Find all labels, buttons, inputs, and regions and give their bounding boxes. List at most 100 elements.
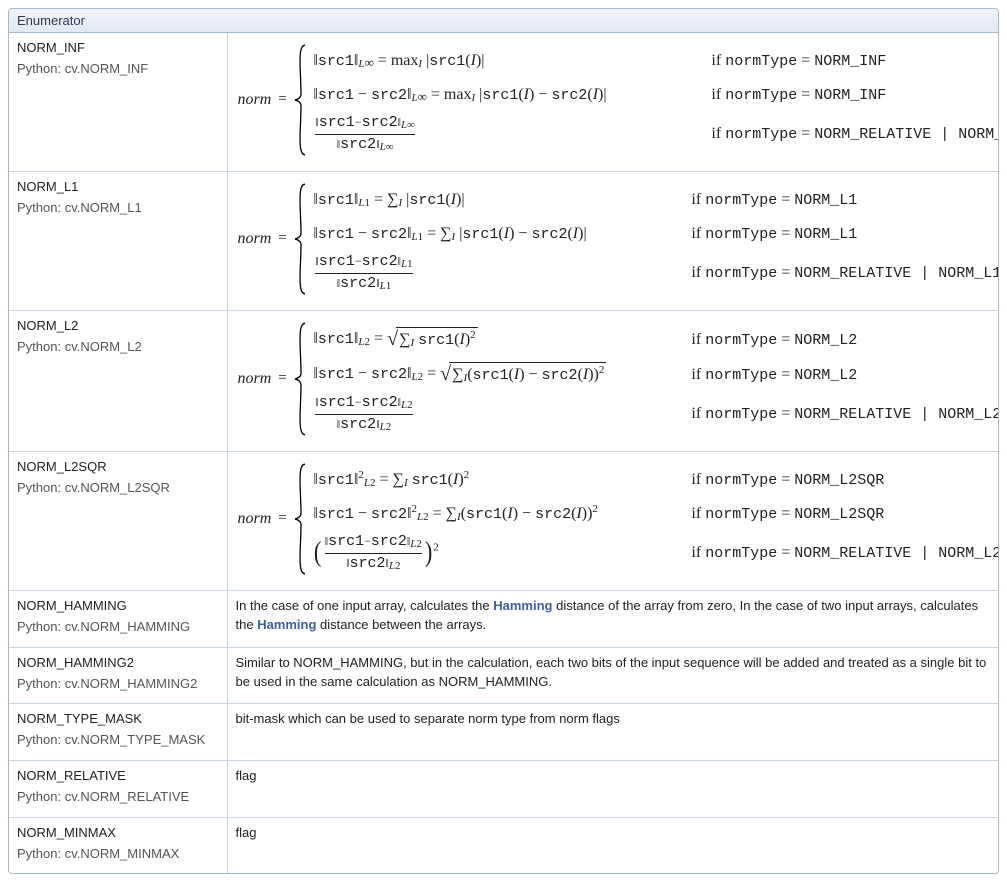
enum-name-cell: NORM_L1 Python: cv.NORM_L1: [9, 172, 227, 311]
cases: ‖src1‖L1 = ∑I |src1(I)| if normType = NOR…: [313, 182, 999, 296]
desc-text: In the case of one input array, calculat…: [236, 598, 494, 613]
enum-python-name: Python: cv.NORM_L2: [17, 338, 219, 357]
enum-python-name: Python: cv.NORM_TYPE_MASK: [17, 731, 219, 750]
case-rhs: if normType = NORM_L1: [691, 222, 857, 246]
enum-name: NORM_HAMMING2: [17, 654, 219, 673]
cases: ‖src1‖L∞ = maxI |src1(I)| if normType = N…: [313, 43, 999, 157]
enum-python-name: Python: cv.NORM_RELATIVE: [17, 788, 219, 807]
math-formula: norm = ‖src1‖L1 = ∑I |src1(I)|if normTyp…: [236, 178, 991, 300]
cases: ‖src1‖2L2 = ∑I src1(I)2 if normType = NOR…: [313, 462, 999, 576]
hamming-link[interactable]: Hamming: [493, 598, 552, 613]
enum-name-cell: NORM_L2 Python: cv.NORM_L2: [9, 311, 227, 452]
case-lhs: ‖src1‖L1 = ∑I |src1(I)|: [313, 188, 673, 212]
table-row: NORM_MINMAX Python: cv.NORM_MINMAX flag: [9, 817, 998, 873]
enum-name: NORM_RELATIVE: [17, 767, 219, 786]
enum-name-cell: NORM_INF Python: cv.NORM_INF: [9, 33, 227, 172]
enum-desc-cell: norm = ‖src1‖L2 = √∑I src1(I)2 if normTy…: [227, 311, 998, 452]
table-row: NORM_HAMMING Python: cv.NORM_HAMMING In …: [9, 591, 998, 648]
sqrt: √∑I(src1(I) − src2(I))2: [440, 360, 606, 389]
fraction: ‖src1−src2‖L∞‖src2‖L∞: [315, 115, 415, 153]
case-lhs: ‖src1−src2‖L∞‖src2‖L∞: [313, 115, 693, 153]
enumerator-panel: Enumerator NORM_INF Python: cv.NORM_INF …: [8, 8, 999, 874]
enum-name: NORM_INF: [17, 39, 219, 58]
norm-label: norm: [238, 507, 272, 530]
case-lhs: ‖src1 − src2‖L∞ = maxI |src1(I) − src2(I…: [313, 83, 693, 107]
enum-desc-cell: norm = ‖src1‖L1 = ∑I |src1(I)|if normTyp…: [227, 172, 998, 311]
table-row: NORM_HAMMING2 Python: cv.NORM_HAMMING2 S…: [9, 647, 998, 704]
sqrt: √∑I src1(I)2: [387, 325, 478, 354]
case-lhs: ‖src1−src2‖L1‖src2‖L1: [313, 254, 673, 292]
case-rhs: if normType = NORM_L1: [691, 188, 857, 212]
brace-icon: [293, 43, 307, 157]
case-rhs: if normType = NORM_L2: [691, 328, 857, 352]
case-rhs: if normType = NORM_INF: [711, 49, 886, 73]
table-row: NORM_RELATIVE Python: cv.NORM_RELATIVE f…: [9, 761, 998, 818]
case-rhs: if normType = NORM_RELATIVE | NORM_INF: [711, 122, 999, 146]
math-formula: norm = ‖src1‖2L2 = ∑I src1(I)2if normTyp…: [236, 458, 991, 580]
fraction: ‖src1−src2‖L2‖src2‖L2: [315, 395, 412, 433]
enum-python-name: Python: cv.NORM_HAMMING2: [17, 675, 219, 694]
enum-name: NORM_L2: [17, 317, 219, 336]
case-rhs: if normType = NORM_RELATIVE | NORM_L2SQR: [691, 541, 999, 565]
case-rhs: if normType = NORM_INF: [711, 83, 886, 107]
case-rhs: if normType = NORM_L2SQR: [691, 468, 884, 492]
table-row: NORM_L2SQR Python: cv.NORM_L2SQR norm = …: [9, 452, 998, 591]
case-lhs: ‖src1‖L∞ = maxI |src1(I)|: [313, 49, 693, 73]
case-rhs: if normType = NORM_L2SQR: [691, 502, 884, 526]
enum-name: NORM_L1: [17, 178, 219, 197]
fraction: ‖src1−src2‖L1‖src2‖L1: [315, 254, 412, 292]
enum-name-cell: NORM_L2SQR Python: cv.NORM_L2SQR: [9, 452, 227, 591]
brace-icon: [293, 321, 307, 437]
case-lhs: ‖src1−src2‖L2‖src2‖L2: [313, 395, 673, 433]
enum-name-cell: NORM_HAMMING2 Python: cv.NORM_HAMMING2: [9, 647, 227, 704]
equals-sign: =: [277, 89, 287, 111]
enum-python-name: Python: cv.NORM_L2SQR: [17, 479, 219, 498]
parenthesis-group: ( ‖src1−src2‖L2‖src2‖L2 ): [313, 534, 433, 572]
fraction: ‖src1−src2‖L2‖src2‖L2: [325, 534, 422, 572]
brace-icon: [293, 462, 307, 576]
case-lhs: ‖src1 − src2‖2L2 = ∑I(src1(I) − src2(I))…: [313, 502, 673, 526]
enum-name-cell: NORM_HAMMING Python: cv.NORM_HAMMING: [9, 591, 227, 648]
enum-name-cell: NORM_MINMAX Python: cv.NORM_MINMAX: [9, 817, 227, 873]
norm-label: norm: [238, 88, 272, 111]
enum-desc-cell: norm = ‖src1‖2L2 = ∑I src1(I)2if normTyp…: [227, 452, 998, 591]
case-lhs: ‖src1 − src2‖L2 = √∑I(src1(I) − src2(I))…: [313, 360, 673, 389]
cases: ‖src1‖L2 = √∑I src1(I)2 if normType = NO…: [313, 321, 999, 437]
table-row: NORM_TYPE_MASK Python: cv.NORM_TYPE_MASK…: [9, 704, 998, 761]
case-lhs: ‖src1‖L2 = √∑I src1(I)2: [313, 325, 673, 354]
enum-desc-cell: flag: [227, 761, 998, 818]
enum-name: NORM_L2SQR: [17, 458, 219, 477]
case-rhs: if normType = NORM_RELATIVE | NORM_L1: [691, 261, 999, 285]
enum-name: NORM_TYPE_MASK: [17, 710, 219, 729]
table-row: NORM_L2 Python: cv.NORM_L2 norm = ‖src1‖…: [9, 311, 998, 452]
norm-label: norm: [238, 227, 272, 250]
math-formula: norm = ‖src1‖L∞ = maxI |src1(I)| if normT…: [236, 39, 991, 161]
case-lhs: ‖src1‖2L2 = ∑I src1(I)2: [313, 468, 673, 492]
enum-python-name: Python: cv.NORM_MINMAX: [17, 845, 219, 864]
norm-label: norm: [238, 367, 272, 390]
hamming-link[interactable]: Hamming: [257, 617, 316, 632]
panel-header: Enumerator: [9, 9, 998, 33]
enum-name: NORM_HAMMING: [17, 597, 219, 616]
math-formula: norm = ‖src1‖L2 = √∑I src1(I)2 if normTy…: [236, 317, 991, 441]
enum-desc-cell: norm = ‖src1‖L∞ = maxI |src1(I)| if normT…: [227, 33, 998, 172]
enum-desc-cell: Similar to NORM_HAMMING, but in the calc…: [227, 647, 998, 704]
enum-python-name: Python: cv.NORM_L1: [17, 199, 219, 218]
brace-icon: [293, 182, 307, 296]
enum-desc-cell: flag: [227, 817, 998, 873]
enum-name-cell: NORM_TYPE_MASK Python: cv.NORM_TYPE_MASK: [9, 704, 227, 761]
enum-python-name: Python: cv.NORM_HAMMING: [17, 618, 219, 637]
enumerator-table: NORM_INF Python: cv.NORM_INF norm = ‖src…: [9, 33, 998, 873]
enum-python-name: Python: cv.NORM_INF: [17, 60, 219, 79]
enum-name-cell: NORM_RELATIVE Python: cv.NORM_RELATIVE: [9, 761, 227, 818]
table-row: NORM_INF Python: cv.NORM_INF norm = ‖src…: [9, 33, 998, 172]
desc-text: distance between the arrays.: [316, 617, 486, 632]
case-lhs: ( ‖src1−src2‖L2‖src2‖L2 ) 2: [313, 534, 673, 572]
enum-name: NORM_MINMAX: [17, 824, 219, 843]
table-row: NORM_L1 Python: cv.NORM_L1 norm = ‖src1‖…: [9, 172, 998, 311]
case-rhs: if normType = NORM_L2: [691, 363, 857, 387]
case-lhs: ‖src1 − src2‖L1 = ∑I |src1(I) − src2(I)|: [313, 222, 673, 246]
case-rhs: if normType = NORM_RELATIVE | NORM_L2: [691, 402, 999, 426]
enum-desc-cell: bit-mask which can be used to separate n…: [227, 704, 998, 761]
enum-desc-cell: In the case of one input array, calculat…: [227, 591, 998, 648]
